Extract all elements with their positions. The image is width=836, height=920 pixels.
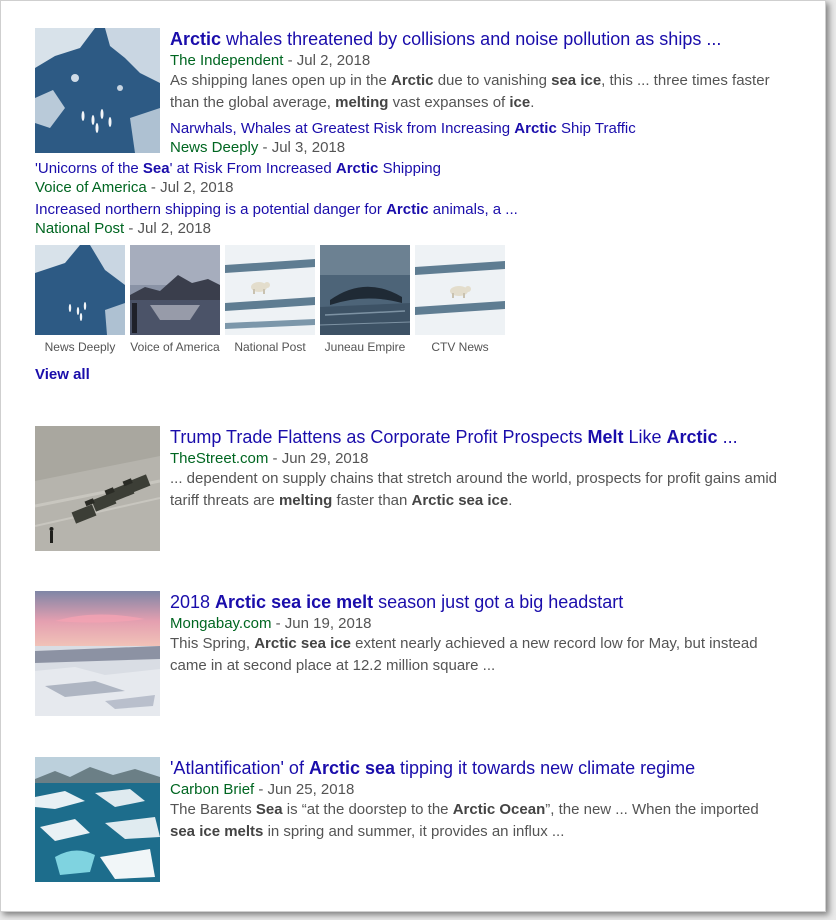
related-source[interactable]: Voice of America xyxy=(35,179,147,196)
result-source[interactable]: TheStreet.com xyxy=(170,450,268,467)
related-title-link[interactable]: Narwhals, Whales at Greatest Risk from I… xyxy=(170,119,636,138)
result-thumbnail-narwhals[interactable] xyxy=(35,28,160,153)
highlighted-term: ice xyxy=(509,94,531,111)
related-source[interactable]: News Deeply xyxy=(170,139,258,156)
strip-label: National Post xyxy=(234,340,306,354)
related-meta: National Post - Jul 2, 2018 xyxy=(35,219,211,238)
strip-image-juneau-empire[interactable] xyxy=(320,245,410,335)
polar-bear-photo xyxy=(415,245,505,335)
result-source[interactable]: Carbon Brief xyxy=(170,781,254,798)
sunset-ice-photo xyxy=(35,591,160,716)
result-meta: Carbon Brief - Jun 25, 2018 xyxy=(170,780,354,799)
highlighted-term: Sea xyxy=(142,160,170,177)
result-meta: Mongabay.com - Jun 19, 2018 xyxy=(170,614,372,633)
result-date: - Jun 19, 2018 xyxy=(271,615,372,632)
result-thumbnail-tanks[interactable] xyxy=(35,426,160,551)
related-meta: News Deeply - Jul 3, 2018 xyxy=(170,138,345,157)
sea-ice-floes-photo xyxy=(35,757,160,882)
polar-bear-photo xyxy=(225,245,315,335)
related-title-link[interactable]: 'Unicorns of the Sea' at Risk From Incre… xyxy=(35,159,441,178)
result-meta: TheStreet.com - Jun 29, 2018 xyxy=(170,449,368,468)
strip-image-news-deeply[interactable] xyxy=(35,245,125,335)
highlighted-term: sea ice xyxy=(551,72,602,89)
result-title-link[interactable]: Arctic whales threatened by collisions a… xyxy=(170,28,721,50)
highlighted-term: Arctic xyxy=(335,160,379,177)
related-date: - Jul 2, 2018 xyxy=(146,179,234,196)
tanks-photo xyxy=(35,426,160,551)
highlighted-term: Arctic xyxy=(386,201,429,218)
highlighted-term: Arctic xyxy=(514,120,557,137)
highlighted-term: Arctic sea ice melt xyxy=(215,592,374,612)
result-source[interactable]: The Independent xyxy=(170,52,283,69)
result-meta: The Independent - Jul 2, 2018 xyxy=(170,51,370,70)
highlighted-term: Arctic xyxy=(170,29,222,49)
result-snippet: As shipping lanes open up in the Arctic … xyxy=(170,72,770,111)
result-title-link[interactable]: Trump Trade Flattens as Corporate Profit… xyxy=(170,426,738,448)
highlighted-term: Arctic xyxy=(666,427,718,447)
result-thumbnail-sunset-ice[interactable] xyxy=(35,591,160,716)
result-snippet: The Barents Sea is “at the doorstep to t… xyxy=(170,801,759,840)
highlighted-term: melting xyxy=(335,94,389,111)
highlighted-term: Sea xyxy=(255,801,283,818)
related-title-link[interactable]: Increased northern shipping is a potenti… xyxy=(35,200,518,219)
highlighted-term: melting xyxy=(278,492,333,509)
related-source[interactable]: National Post xyxy=(35,220,124,237)
strip-label: News Deeply xyxy=(44,340,116,354)
strip-image-ctv-news[interactable] xyxy=(415,245,505,335)
highlighted-term: Melt xyxy=(587,427,624,447)
result-snippet: This Spring, Arctic sea ice extent nearl… xyxy=(170,635,758,674)
fjord-mountains-photo xyxy=(130,245,220,335)
related-date: - Jul 2, 2018 xyxy=(124,220,211,237)
strip-image-national-post[interactable] xyxy=(225,245,315,335)
highlighted-term: Arctic sea ice xyxy=(411,492,509,509)
strip-label: CTV News xyxy=(431,340,489,354)
strip-label: Juneau Empire xyxy=(324,340,406,354)
result-date: - Jun 25, 2018 xyxy=(254,781,355,798)
view-all-link[interactable]: View all xyxy=(35,366,90,383)
result-thumbnail-sea-ice-floes[interactable] xyxy=(35,757,160,882)
narwhals-ice-photo xyxy=(35,28,160,153)
result-title-link[interactable]: 'Atlantification' of Arctic sea tipping … xyxy=(170,757,695,779)
highlighted-term: sea ice melts xyxy=(170,823,264,840)
highlighted-term: Arctic sea ice xyxy=(254,635,351,652)
highlighted-term: Arctic Ocean xyxy=(452,801,546,818)
strip-label: Voice of America xyxy=(130,340,220,354)
related-meta: Voice of America - Jul 2, 2018 xyxy=(35,178,233,197)
narwhals-ice-photo xyxy=(35,245,125,335)
result-title-link[interactable]: 2018 Arctic sea ice melt season just got… xyxy=(170,591,623,613)
result-date: - Jul 2, 2018 xyxy=(283,52,371,69)
result-date: - Jun 29, 2018 xyxy=(268,450,369,467)
related-date: - Jul 3, 2018 xyxy=(258,139,346,156)
search-results-page: Arctic whales threatened by collisions a… xyxy=(0,0,826,912)
result-snippet: ... dependent on supply chains that stre… xyxy=(170,470,778,509)
highlighted-term: Arctic sea xyxy=(308,758,396,778)
whale-photo xyxy=(320,245,410,335)
strip-image-voice-of-america[interactable] xyxy=(130,245,220,335)
highlighted-term: Arctic xyxy=(391,72,434,89)
result-source[interactable]: Mongabay.com xyxy=(170,615,271,632)
